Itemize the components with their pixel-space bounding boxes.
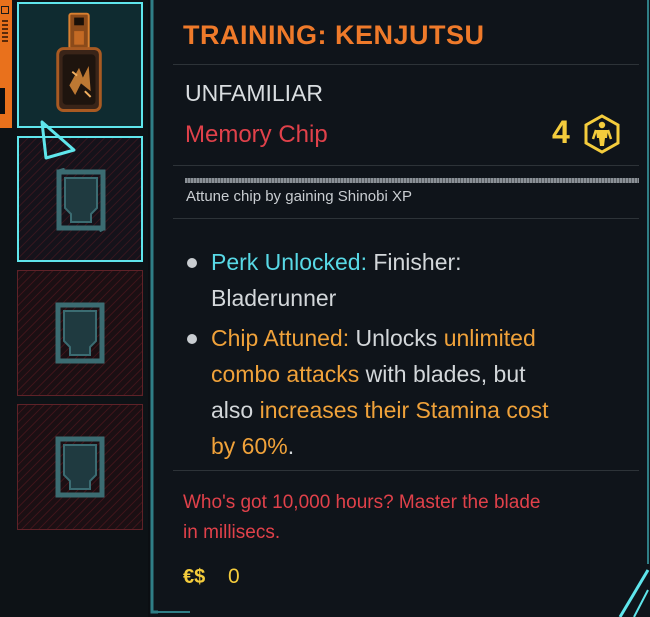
bullet-icon	[187, 334, 197, 344]
empty-chip-slot-icon	[56, 168, 106, 232]
side-tab-text	[2, 20, 8, 44]
item-type: Memory Chip	[185, 121, 328, 148]
stat-text: Bladerunner	[211, 285, 337, 311]
stat-text: also	[211, 397, 260, 423]
chip-slot-empty[interactable]	[17, 404, 143, 530]
stat-text: Unlocks	[349, 325, 444, 351]
stat-chip-attuned: Chip Attuned: Unlocks unlimited combo at…	[211, 320, 616, 464]
side-tab-strip	[0, 0, 12, 128]
item-tier: 4	[552, 114, 570, 150]
divider	[173, 165, 639, 166]
item-price: 0	[228, 565, 240, 588]
attune-hint: Attune chip by gaining Shinobi XP	[186, 188, 412, 205]
item-title: TRAINING: KENJUTSU	[183, 20, 485, 50]
chip-slot-equipped[interactable]	[17, 2, 143, 128]
memory-chip-icon	[56, 12, 102, 112]
stat-highlight: increases their Stamina cost	[259, 397, 549, 423]
divider	[173, 470, 639, 471]
stat-label: Perk Unlocked:	[211, 249, 367, 275]
inventory-screen: TRAINING: KENJUTSU UNFAMILIAR Memory Chi…	[0, 0, 650, 617]
bullet-icon	[187, 258, 197, 268]
stat-label: Chip Attuned:	[211, 325, 350, 351]
attunement-progress-bar	[185, 178, 639, 183]
divider	[173, 64, 639, 65]
item-flavor-text: Who's got 10,000 hours? Master the blade…	[183, 488, 613, 548]
side-tab-notch	[0, 88, 5, 114]
item-tooltip: TRAINING: KENJUTSU UNFAMILIAR Memory Chi…	[150, 0, 650, 617]
empty-chip-slot-icon	[55, 436, 105, 498]
checkbox-icon	[1, 6, 9, 14]
stat-text: Finisher:	[366, 249, 462, 275]
flavor-line: in millisecs.	[183, 522, 281, 543]
stat-text: with blades, but	[359, 361, 526, 387]
flavor-line: Who's got 10,000 hours? Master the blade	[183, 492, 541, 513]
stat-text: .	[287, 433, 295, 459]
item-rarity: UNFAMILIAR	[185, 80, 324, 106]
chip-slot-selected[interactable]	[17, 136, 143, 262]
body-figure-icon	[584, 114, 620, 154]
stat-perk-unlocked: Perk Unlocked: Finisher: Bladerunner	[211, 244, 616, 316]
stat-highlight: by 60%	[211, 433, 288, 459]
stat-highlight: unlimited	[443, 325, 536, 351]
divider	[173, 218, 639, 219]
eurodollar-icon: €$	[183, 566, 206, 588]
empty-chip-slot-icon	[55, 302, 105, 364]
attunement-progress-fill	[185, 178, 639, 183]
chip-slot-empty[interactable]	[17, 270, 143, 396]
cursor-arrow-icon	[40, 120, 76, 160]
stat-highlight: combo attacks	[211, 361, 360, 387]
